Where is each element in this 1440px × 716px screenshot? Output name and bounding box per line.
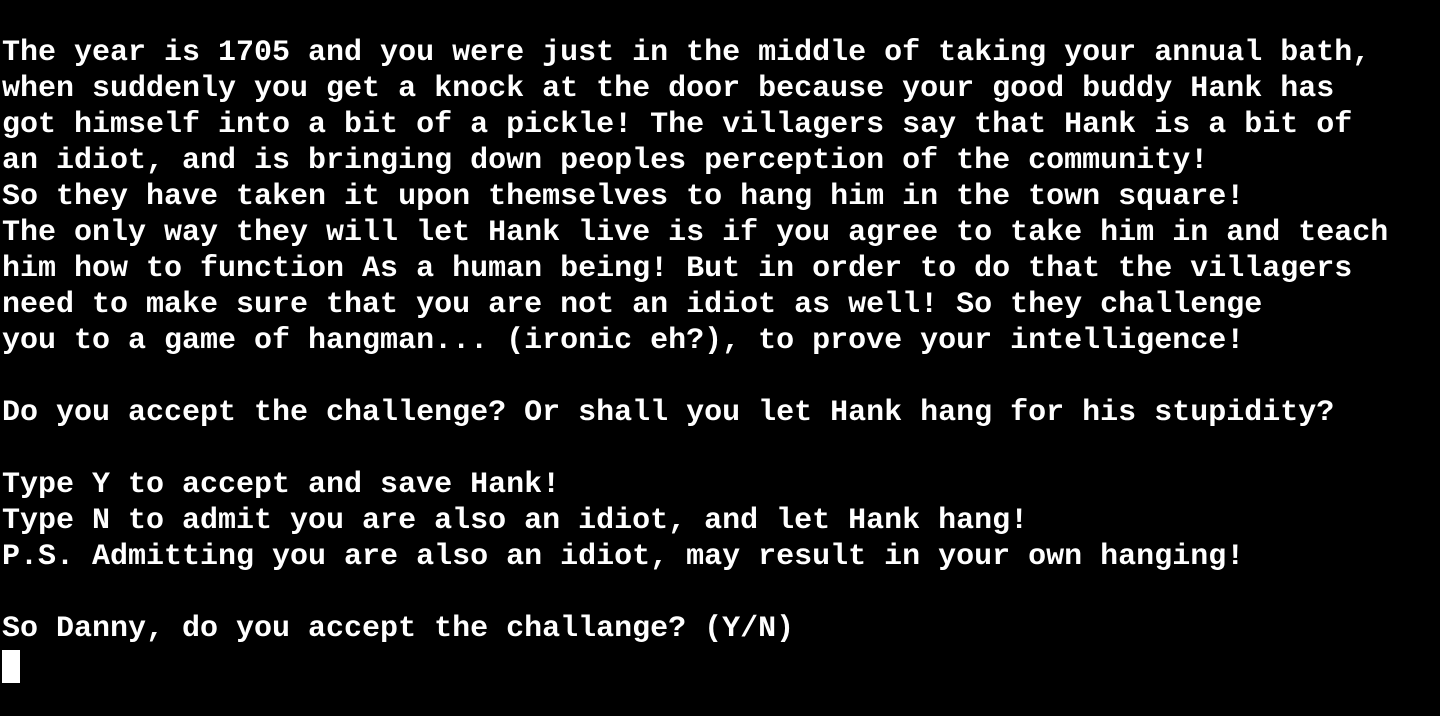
challenge-question: Do you accept the challenge? Or shall yo…: [2, 396, 1335, 430]
story-line-4: an idiot, and is bringing down peoples p…: [2, 144, 1209, 178]
story-line-1: The year is 1705 and you were just in th…: [2, 36, 1371, 70]
story-line-5: So they have taken it upon themselves to…: [2, 180, 1245, 214]
input-prompt: So Danny, do you accept the challange? (…: [2, 612, 795, 646]
story-line-3: got himself into a bit of a pickle! The …: [2, 108, 1353, 142]
postscript-warning: P.S. Admitting you are also an idiot, ma…: [2, 540, 1245, 574]
story-line-2: when suddenly you get a knock at the doo…: [2, 72, 1335, 106]
block-cursor: [2, 650, 20, 683]
story-line-9: you to a game of hangman... (ironic eh?)…: [2, 324, 1245, 358]
option-accept-text: Type Y to accept and save Hank!: [2, 468, 561, 502]
option-decline-text: Type N to admit you are also an idiot, a…: [2, 504, 1029, 538]
story-line-6: The only way they will let Hank live is …: [2, 216, 1389, 250]
story-line-8: need to make sure that you are not an id…: [2, 288, 1263, 322]
story-line-7: him how to function As a human being! Bu…: [2, 252, 1353, 286]
terminal-window[interactable]: The year is 1705 and you were just in th…: [0, 0, 1440, 716]
terminal-input-line[interactable]: [2, 647, 1440, 683]
